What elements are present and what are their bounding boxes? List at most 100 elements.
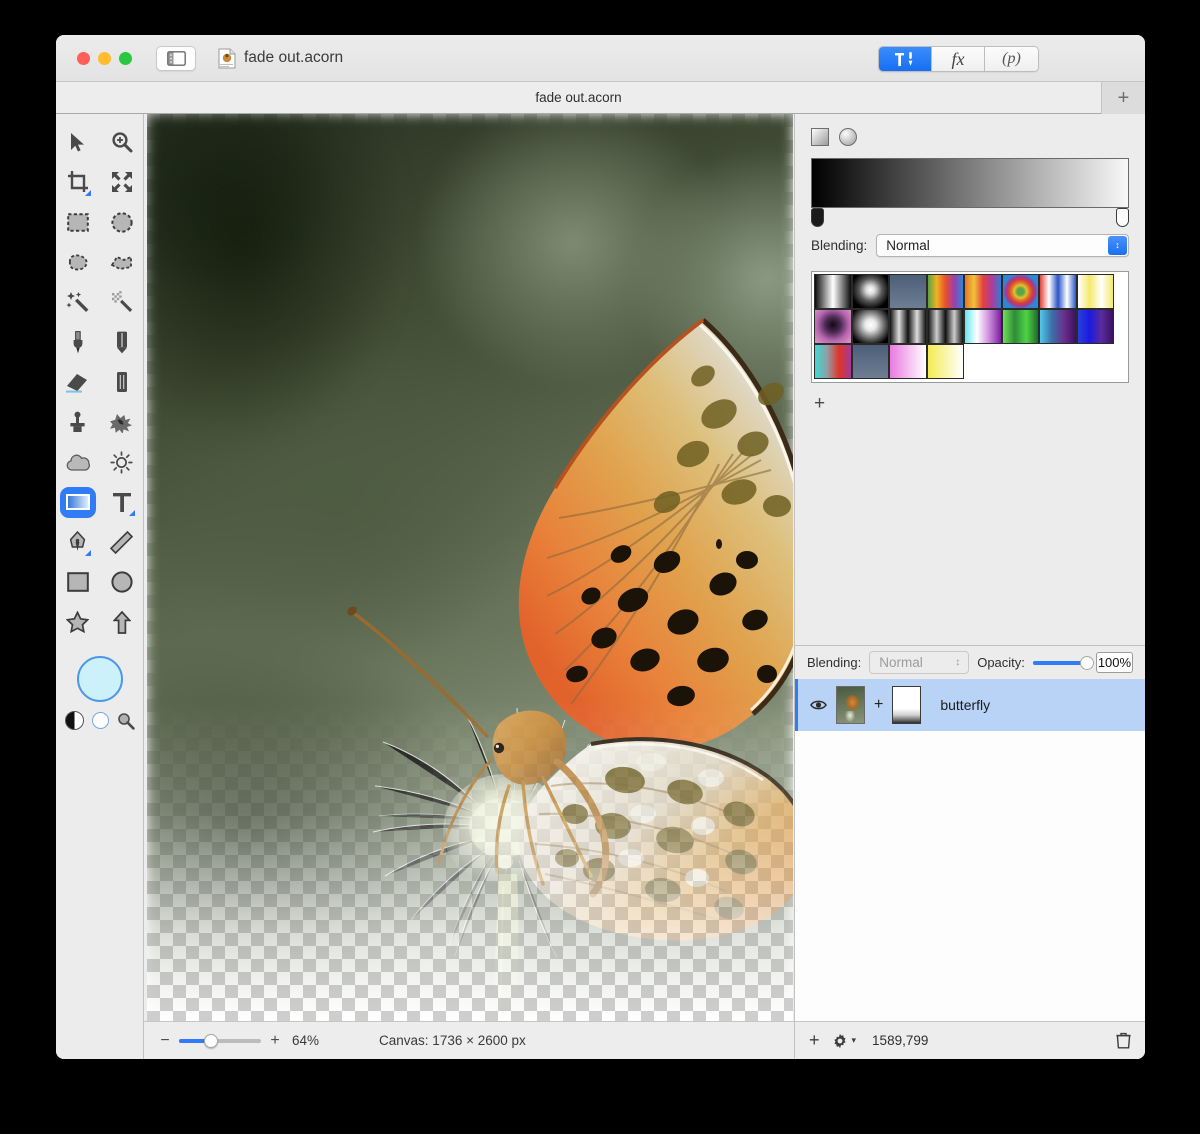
chevron-down-icon[interactable]: ▾ (852, 1035, 857, 1046)
gradient-preset-0-5[interactable] (1001, 274, 1039, 309)
color-picker-icon[interactable] (117, 712, 135, 730)
add-layer-button[interactable]: + (809, 1030, 820, 1051)
chevron-updown-icon: ↕ (955, 656, 961, 668)
smudge-tool[interactable] (100, 402, 144, 442)
gradient-preset-1-3[interactable] (926, 309, 964, 344)
window-title: fade out.acorn (244, 49, 344, 66)
gradient-preset-0-2[interactable] (889, 274, 927, 309)
marker-tool[interactable] (100, 362, 144, 402)
gear-icon[interactable] (832, 1033, 848, 1049)
rectangle-shape-tool[interactable] (56, 562, 100, 602)
transform-tool[interactable] (100, 162, 144, 202)
lasso-select-tool[interactable] (56, 242, 100, 282)
gradient-preset-1-6[interactable] (1039, 309, 1077, 344)
zoom-tool[interactable] (100, 122, 144, 162)
pencil-tool[interactable] (100, 322, 144, 362)
ellipse-select-tool[interactable] (100, 202, 144, 242)
add-tab-button[interactable]: + (1101, 82, 1145, 114)
gradient-preset-row (814, 309, 1126, 344)
document-icon (218, 48, 236, 69)
gradient-preset-0-4[interactable] (964, 274, 1002, 309)
linear-gradient-type-button[interactable] (811, 128, 829, 146)
gradient-preset-2-2[interactable] (889, 344, 927, 379)
zoom-slider[interactable] (179, 1033, 261, 1048)
sidebar-toggle-button[interactable] (156, 45, 196, 71)
tool-options-corner-icon (84, 190, 91, 196)
opacity-slider-knob[interactable] (1079, 655, 1094, 670)
layer-visibility-icon[interactable] (810, 699, 827, 711)
text-tool[interactable] (100, 482, 144, 522)
eraser-tool[interactable] (56, 362, 100, 402)
tab-effects[interactable]: fx (932, 47, 985, 71)
gradient-preset-0-6[interactable] (1039, 274, 1077, 309)
gradient-preset-2-1[interactable] (851, 344, 889, 379)
gradient-presets-grid[interactable] (811, 271, 1129, 383)
gradient-icon (65, 494, 90, 510)
gradient-preset-0-0[interactable] (814, 274, 852, 309)
add-gradient-preset-button[interactable]: + (811, 393, 1129, 415)
document-tab[interactable]: fade out.acorn (56, 90, 1145, 105)
gradient-preset-1-2[interactable] (889, 309, 927, 344)
zoom-button[interactable] (119, 51, 132, 65)
radial-gradient-type-button[interactable] (839, 128, 857, 146)
tool-grid (56, 122, 144, 642)
clone-stamp-tool[interactable] (56, 402, 100, 442)
gradient-tool[interactable] (56, 482, 100, 522)
zoom-slider-knob[interactable] (204, 1033, 219, 1048)
zoom-out-button[interactable]: − (156, 1032, 174, 1050)
layer-row[interactable]: + butterfly (795, 679, 1145, 731)
line-tool[interactable] (100, 522, 144, 562)
bezier-pen-tool[interactable] (56, 522, 100, 562)
layer-thumbnail-thistle (844, 710, 855, 723)
select-similar-tool[interactable] (100, 282, 144, 322)
rectangle-select-tool[interactable] (56, 202, 100, 242)
star-shape-tool[interactable] (56, 602, 100, 642)
gradient-preset-0-7[interactable] (1076, 274, 1114, 309)
gradient-stop-end[interactable] (1116, 208, 1129, 227)
paintbrush-tool[interactable] (56, 322, 100, 362)
white-color-icon[interactable] (91, 712, 109, 729)
layer-opacity-slider[interactable] (1032, 655, 1094, 670)
layer-name[interactable]: butterfly (940, 697, 990, 713)
gradient-preset-1-0[interactable] (814, 309, 852, 344)
gradient-preset-0-3[interactable] (926, 274, 964, 309)
invert-colors-icon[interactable] (64, 711, 84, 730)
layer-blending-select[interactable]: Normal ↕ (869, 651, 970, 674)
trash-icon[interactable] (1116, 1032, 1131, 1049)
zoom-in-button[interactable]: + (266, 1032, 284, 1050)
gradient-preset-0-1[interactable] (851, 274, 889, 309)
ellipse-shape-tool[interactable] (100, 562, 144, 602)
arrow-shape-tool[interactable] (100, 602, 144, 642)
magic-wand-tool[interactable] (56, 282, 100, 322)
image-canvas[interactable] (146, 114, 793, 1021)
gradient-preset-1-7[interactable] (1076, 309, 1114, 344)
tab-palette[interactable]: (p) (985, 47, 1038, 71)
gradient-preset-2-0[interactable] (814, 344, 852, 379)
canvas-scroll-area[interactable] (144, 114, 794, 1021)
layers-empty-area[interactable] (795, 731, 1145, 1021)
foreground-color-swatch[interactable] (76, 656, 123, 702)
gradient-preset-1-5[interactable] (1001, 309, 1039, 344)
tab-tools[interactable] (879, 47, 932, 71)
gradient-preset-1-4[interactable] (964, 309, 1002, 344)
gradient-preset-2-3[interactable] (926, 344, 964, 379)
gradient-editor: Blending: Normal ↕ + (795, 114, 1145, 415)
gradient-blending-select[interactable]: Normal ↕ (876, 234, 1129, 257)
chevron-updown-icon: ↕ (1108, 236, 1127, 255)
antenna-upper (352, 612, 489, 738)
blur-tool[interactable] (56, 442, 100, 482)
dodge-burn-tool[interactable] (100, 442, 144, 482)
layer-opacity-field[interactable]: 100% (1095, 652, 1133, 673)
gradient-stop-start[interactable] (811, 208, 824, 227)
crop-tool[interactable] (56, 162, 100, 202)
layer-thumbnail[interactable] (836, 686, 865, 724)
gradient-preset-1-1[interactable] (851, 309, 889, 344)
close-button[interactable] (77, 51, 90, 65)
polygon-lasso-tool[interactable] (100, 242, 144, 282)
gradient-stops (811, 208, 1129, 232)
gradient-preview-bar[interactable] (811, 158, 1129, 208)
minimize-button[interactable] (98, 51, 111, 65)
gradient-blending-row: Blending: Normal ↕ (811, 234, 1129, 257)
move-tool[interactable] (56, 122, 100, 162)
layer-mask-thumbnail[interactable] (892, 686, 922, 724)
